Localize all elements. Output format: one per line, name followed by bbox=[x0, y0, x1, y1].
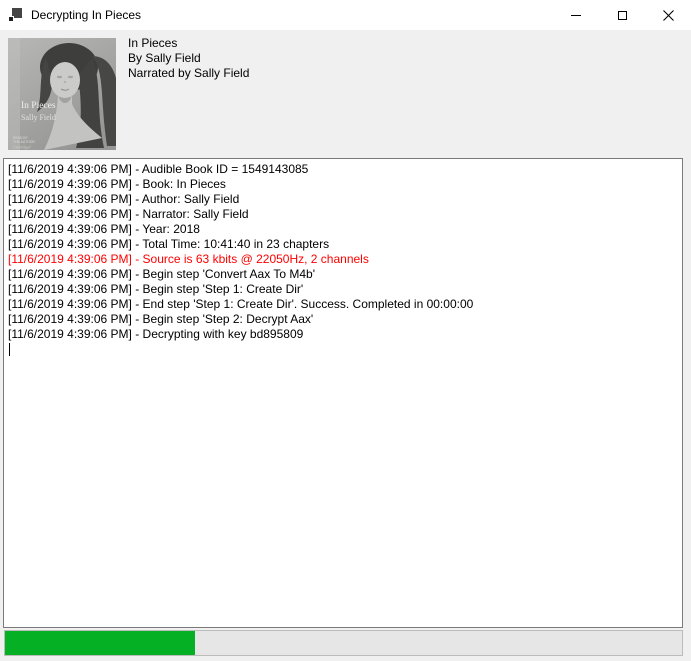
maximize-icon bbox=[618, 11, 627, 20]
progress-bar bbox=[4, 630, 683, 656]
log-line: [11/6/2019 4:39:06 PM] - Begin step 'Ste… bbox=[8, 282, 680, 297]
log-line: [11/6/2019 4:39:06 PM] - Book: In Pieces bbox=[8, 177, 680, 192]
book-title: In Pieces bbox=[128, 36, 249, 51]
maximize-button[interactable] bbox=[599, 0, 645, 30]
log-line: [11/6/2019 4:39:06 PM] - Begin step 'Ste… bbox=[8, 312, 680, 327]
log-line: [11/6/2019 4:39:06 PM] - Audible Book ID… bbox=[8, 162, 680, 177]
cover-author: Sally Field bbox=[21, 113, 56, 122]
window-title: Decrypting In Pieces bbox=[31, 8, 141, 22]
book-author: By Sally Field bbox=[128, 51, 249, 66]
close-icon bbox=[663, 10, 674, 21]
close-button[interactable] bbox=[645, 0, 691, 30]
title-bar[interactable]: Decrypting In Pieces bbox=[0, 0, 691, 30]
cover-edition: Unabridged bbox=[13, 146, 31, 150]
book-narrator: Narrated by Sally Field bbox=[128, 66, 249, 81]
minimize-button[interactable] bbox=[553, 0, 599, 30]
book-cover: In Pieces Sally Field READ BY THE AUTHOR… bbox=[8, 38, 116, 150]
log-textbox[interactable]: [11/6/2019 4:39:06 PM] - Audible Book ID… bbox=[3, 158, 683, 628]
log-line: [11/6/2019 4:39:06 PM] - Author: Sally F… bbox=[8, 192, 680, 207]
log-line: [11/6/2019 4:39:06 PM] - Year: 2018 bbox=[8, 222, 680, 237]
app-icon-square-small bbox=[8, 16, 14, 22]
progress-fill bbox=[5, 631, 195, 655]
app-icon bbox=[8, 8, 22, 22]
app-window: Decrypting In Pieces bbox=[0, 0, 691, 661]
cover-read-by-line2: THE AUTHOR bbox=[13, 140, 35, 144]
minimize-icon bbox=[571, 15, 581, 16]
log-line: [11/6/2019 4:39:06 PM] - Begin step 'Con… bbox=[8, 267, 680, 282]
log-line: [11/6/2019 4:39:06 PM] - End step 'Step … bbox=[8, 297, 680, 312]
cover-title: In Pieces bbox=[21, 101, 56, 111]
log-line: [11/6/2019 4:39:06 PM] - Narrator: Sally… bbox=[8, 207, 680, 222]
log-line: [11/6/2019 4:39:06 PM] - Source is 63 kb… bbox=[8, 252, 680, 267]
text-caret bbox=[9, 343, 10, 356]
log-line: [11/6/2019 4:39:06 PM] - Total Time: 10:… bbox=[8, 237, 680, 252]
book-info: In Pieces By Sally Field Narrated by Sal… bbox=[128, 36, 249, 81]
caption-buttons bbox=[553, 0, 691, 30]
log-line: [11/6/2019 4:39:06 PM] - Decrypting with… bbox=[8, 327, 680, 342]
